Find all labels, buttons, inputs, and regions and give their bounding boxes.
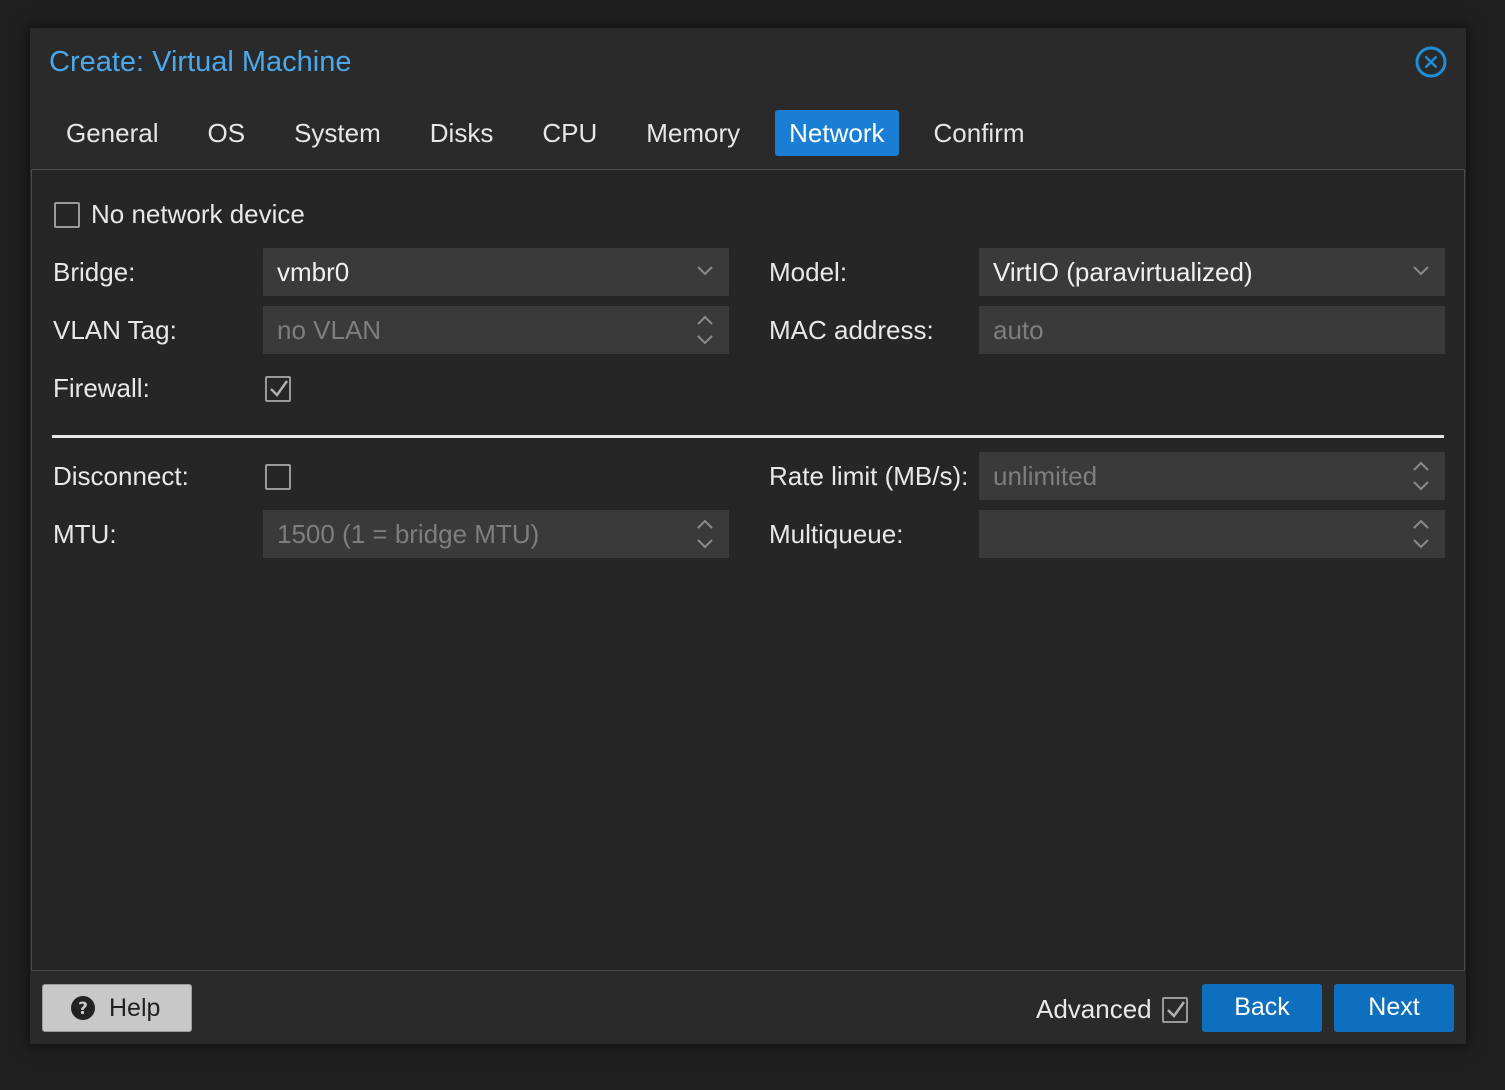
tab-memory[interactable]: Memory [632, 110, 754, 156]
tab-disks[interactable]: Disks [416, 110, 508, 156]
vlan-tag-input[interactable]: no VLAN [263, 306, 729, 354]
chevron-down-icon[interactable] [1407, 248, 1435, 296]
question-circle-icon: ? [71, 996, 95, 1020]
mtu-input[interactable]: 1500 (1 = bridge MTU) [263, 510, 729, 558]
tab-os[interactable]: OS [194, 110, 260, 156]
tab-cpu[interactable]: CPU [528, 110, 611, 156]
help-button[interactable]: ? Help [42, 984, 192, 1032]
disconnect-label: Disconnect: [53, 461, 189, 491]
bridge-label: Bridge: [53, 257, 136, 287]
spinner-icon[interactable] [691, 306, 719, 354]
chevron-down-icon[interactable] [691, 248, 719, 296]
check-icon [1167, 1001, 1186, 1018]
advanced-separator [52, 435, 1444, 438]
svg-text:?: ? [78, 999, 88, 1019]
close-button[interactable] [1415, 46, 1447, 78]
bridge-value: vmbr0 [277, 257, 350, 287]
close-circle-icon [1415, 46, 1447, 78]
next-button[interactable]: Next [1334, 984, 1454, 1032]
dialog-footer: ? Help Advanced Back Next [30, 971, 1466, 1044]
multiqueue-label: Multiqueue: [769, 519, 904, 549]
firewall-checkbox[interactable] [265, 376, 291, 402]
advanced-checkbox[interactable] [1162, 997, 1188, 1023]
disconnect-checkbox[interactable] [265, 464, 291, 490]
vlan-tag-placeholder: no VLAN [277, 315, 382, 345]
spinner-icon[interactable] [691, 510, 719, 558]
rate-limit-input[interactable]: unlimited [979, 452, 1445, 500]
advanced-label: Advanced [1036, 994, 1152, 1024]
create-vm-dialog: Create: Virtual Machine General OS Syste… [29, 27, 1467, 1045]
tab-network[interactable]: Network [775, 110, 899, 156]
mac-address-placeholder: auto [993, 315, 1044, 345]
rate-limit-placeholder: unlimited [993, 461, 1098, 491]
spinner-icon[interactable] [1407, 452, 1435, 500]
firewall-label: Firewall: [53, 373, 150, 403]
tab-system[interactable]: System [280, 110, 395, 156]
model-value: VirtIO (paravirtualized) [993, 257, 1253, 287]
tab-confirm[interactable]: Confirm [920, 110, 1039, 156]
spinner-icon[interactable] [1407, 510, 1435, 558]
model-select[interactable]: VirtIO (paravirtualized) [979, 248, 1445, 296]
mac-address-label: MAC address: [769, 315, 934, 345]
mac-address-input[interactable]: auto [979, 306, 1445, 354]
vlan-tag-label: VLAN Tag: [53, 315, 177, 345]
mtu-label: MTU: [53, 519, 117, 549]
mtu-placeholder: 1500 (1 = bridge MTU) [277, 519, 540, 549]
tab-general[interactable]: General [52, 110, 173, 156]
no-network-device-label: No network device [91, 199, 305, 229]
model-label: Model: [769, 257, 848, 287]
network-panel: No network device Bridge: vmbr0 VLAN Tag… [31, 169, 1465, 971]
check-icon [270, 380, 289, 397]
help-label: Help [109, 994, 161, 1022]
dialog-title: Create: Virtual Machine [49, 46, 352, 78]
back-button[interactable]: Back [1202, 984, 1322, 1032]
multiqueue-input[interactable] [979, 510, 1445, 558]
bridge-select[interactable]: vmbr0 [263, 248, 729, 296]
no-network-device-checkbox[interactable] [54, 202, 80, 228]
rate-limit-label: Rate limit (MB/s): [769, 461, 969, 491]
wizard-tabs: General OS System Disks CPU Memory Netwo… [52, 110, 1060, 156]
